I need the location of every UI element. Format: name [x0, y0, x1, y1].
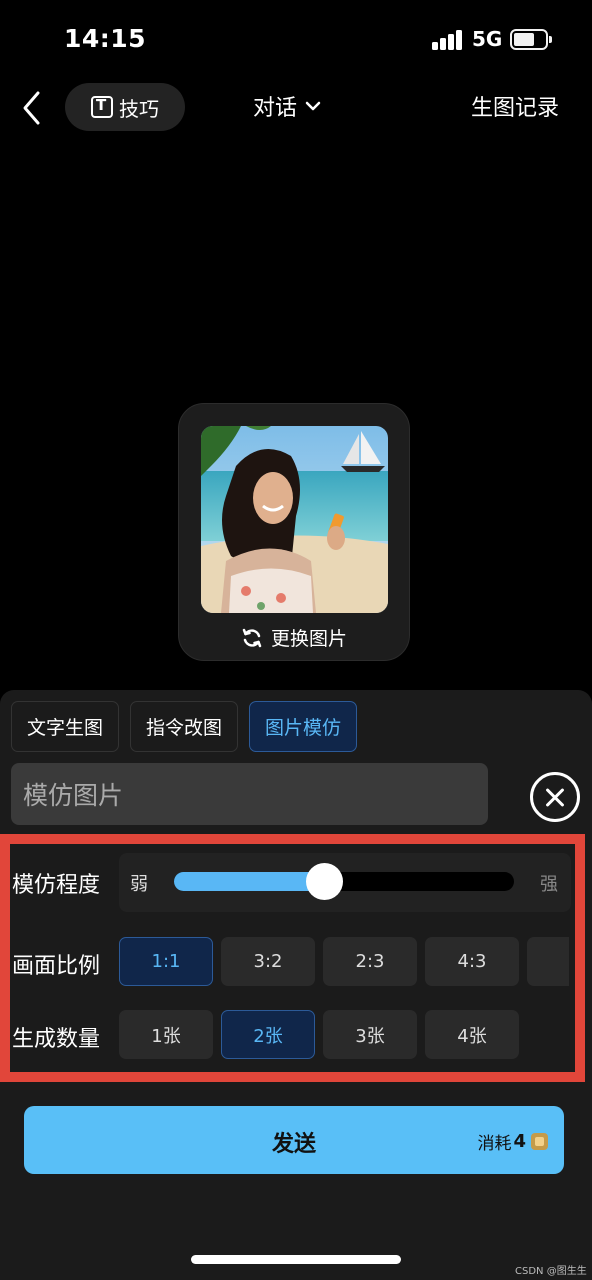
- back-button[interactable]: [18, 88, 48, 128]
- image-count-options: 1张 2张 3张 4张: [119, 1010, 519, 1059]
- slider-weak-label: 弱: [130, 874, 148, 895]
- aspect-ratio-options: 1:1 3:2 2:3 4:3 3: [119, 937, 569, 987]
- cost-indicator: 消耗 4: [477, 1129, 548, 1154]
- network-type: 5G: [472, 27, 503, 51]
- imitation-level-label: 模仿程度: [12, 873, 101, 898]
- tab-instruction-edit[interactable]: 指令改图: [130, 701, 239, 752]
- battery-icon: [510, 29, 552, 50]
- tab-text-to-image[interactable]: 文字生图: [11, 701, 120, 752]
- replace-image-label: 更换图片: [270, 628, 347, 650]
- watermark: CSDN @图生生: [515, 1266, 587, 1277]
- count-option-4[interactable]: 4张: [425, 1010, 519, 1059]
- slider-thumb[interactable]: [306, 863, 343, 900]
- image-count-label: 生成数量: [12, 1027, 101, 1052]
- ratio-option-1-1[interactable]: 1:1: [119, 937, 213, 986]
- mode-dropdown[interactable]: 对话: [253, 90, 321, 122]
- send-button[interactable]: 发送 消耗 4: [24, 1106, 564, 1174]
- tips-label: 技巧: [119, 96, 159, 121]
- reference-image-card: 更换图片: [178, 403, 410, 661]
- tips-icon: [91, 96, 113, 118]
- reference-photo: [201, 426, 388, 613]
- replace-image-button[interactable]: 更换图片: [179, 624, 409, 651]
- count-option-3[interactable]: 3张: [323, 1010, 417, 1059]
- cost-label: 消耗: [477, 1134, 512, 1154]
- ratio-option-3-2[interactable]: 3:2: [221, 937, 315, 986]
- tab-image-imitation[interactable]: 图片模仿: [249, 701, 358, 752]
- aspect-ratio-label: 画面比例: [12, 954, 101, 979]
- ratio-option-4-3[interactable]: 4:3: [425, 937, 519, 986]
- home-indicator: [191, 1255, 401, 1264]
- tips-button[interactable]: 技巧: [65, 83, 185, 131]
- slider-strong-label: 强: [540, 874, 558, 895]
- chevron-left-icon: [23, 91, 40, 125]
- count-option-1[interactable]: 1张: [119, 1010, 213, 1059]
- close-icon[interactable]: [530, 772, 580, 822]
- ratio-option-partial[interactable]: 3: [527, 937, 569, 986]
- refresh-icon: [242, 628, 262, 647]
- count-option-2[interactable]: 2张: [221, 1010, 315, 1059]
- prompt-input[interactable]: 模仿图片: [11, 763, 488, 825]
- imitation-slider[interactable]: 弱 强: [119, 853, 571, 912]
- slider-track[interactable]: [174, 863, 514, 900]
- chevron-down-icon: [305, 101, 321, 111]
- status-time: 14:15: [64, 24, 147, 53]
- ratio-option-2-3[interactable]: 2:3: [323, 937, 417, 986]
- history-link[interactable]: 生图记录: [471, 90, 559, 122]
- coin-icon: [531, 1133, 548, 1150]
- cost-value: 4: [513, 1131, 526, 1152]
- signal-icon: [432, 30, 464, 50]
- mode-tabs: 文字生图 指令改图 图片模仿: [11, 701, 358, 752]
- mode-label: 对话: [253, 96, 298, 121]
